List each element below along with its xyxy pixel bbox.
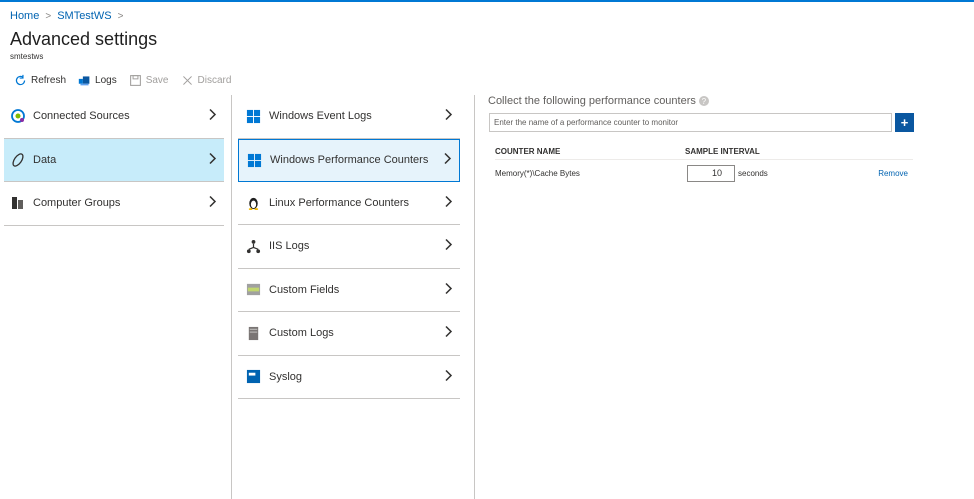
discard-button[interactable]: Discard [181, 74, 232, 87]
performance-counters-panel: Collect the following performance counte… [488, 95, 914, 182]
windows-icon [245, 151, 263, 169]
nav-item-syslog[interactable]: Syslog [238, 356, 460, 399]
linux-icon [244, 194, 262, 212]
nav-item-label: Custom Fields [269, 283, 340, 296]
nav-item-label: IIS Logs [269, 240, 310, 253]
table-row: Memory(*)\Cache Bytes 10 seconds Remove [495, 163, 913, 183]
column-header-interval: SAMPLE INTERVAL [685, 147, 760, 156]
counter-name: Memory(*)\Cache Bytes [495, 168, 580, 178]
panel-title-text: Collect the following performance counte… [488, 95, 696, 107]
custom-fields-icon [244, 281, 262, 299]
breadcrumb: Home > SMTestWS > [10, 10, 123, 22]
data-icon [9, 151, 27, 169]
breadcrumb-home[interactable]: Home [10, 10, 39, 22]
connected-sources-icon [9, 107, 27, 125]
table-header: COUNTER NAME SAMPLE INTERVAL [495, 147, 913, 160]
help-icon[interactable]: ? [698, 96, 709, 106]
nav-item-iis-logs[interactable]: IIS Logs [238, 225, 460, 269]
save-icon [129, 75, 141, 86]
counter-search-input[interactable]: Enter the name of a performance counter … [489, 113, 892, 132]
refresh-icon [15, 74, 26, 86]
chevron-right-icon [209, 152, 217, 167]
column-header-counter: COUNTER NAME [495, 147, 561, 156]
nav-item-connected-sources[interactable]: Connected Sources [4, 95, 224, 139]
chevron-right-icon [445, 239, 453, 254]
data-sources-nav: Windows Event Logs Windows Performance C… [238, 95, 460, 399]
nav-item-windows-event-logs[interactable]: Windows Event Logs [238, 95, 460, 139]
nav-item-label: Computer Groups [33, 197, 121, 210]
top-accent-bar [0, 0, 974, 2]
chevron-right-icon [209, 196, 217, 211]
syslog-icon [244, 368, 262, 386]
remove-link[interactable]: Remove [878, 169, 908, 178]
page-subtitle: smtestws [10, 52, 44, 61]
nav-item-label: Windows Performance Counters [270, 154, 429, 166]
chevron-right-icon [445, 282, 453, 297]
refresh-button[interactable]: Refresh [14, 74, 66, 87]
column-divider [231, 95, 232, 499]
toolbar: Refresh Logs Save Discard [14, 74, 231, 87]
save-button[interactable]: Save [129, 74, 169, 87]
column-divider [474, 95, 475, 499]
chevron-right-icon [445, 369, 453, 384]
chevron-right-icon [444, 152, 452, 168]
nav-item-label: Data [33, 153, 57, 166]
close-icon [182, 76, 192, 85]
iis-logs-icon [244, 237, 262, 255]
custom-logs-icon [244, 324, 262, 342]
discard-label: Discard [197, 75, 232, 86]
chevron-right-icon [445, 326, 453, 341]
nav-item-windows-performance-counters[interactable]: Windows Performance Counters [238, 138, 460, 182]
nav-item-label: Windows Event Logs [269, 110, 372, 123]
chevron-right-icon [445, 109, 453, 124]
settings-nav: Connected Sources Data Computer Groups [4, 95, 224, 226]
breadcrumb-workspace[interactable]: SMTestWS [57, 10, 111, 22]
nav-item-computer-groups[interactable]: Computer Groups [4, 182, 224, 226]
nav-item-label: Syslog [269, 370, 303, 383]
logs-button[interactable]: Logs [78, 74, 117, 87]
save-label: Save [145, 75, 169, 86]
nav-item-label: Connected Sources [33, 110, 130, 123]
chevron-right-icon [445, 195, 453, 210]
nav-item-label: Custom Logs [269, 327, 334, 340]
panel-title: Collect the following performance counte… [488, 95, 709, 107]
nav-item-label: Linux Performance Counters [269, 196, 410, 209]
chevron-right-icon: > [45, 10, 52, 22]
add-counter-button[interactable]: + [895, 113, 914, 132]
computer-groups-icon [9, 194, 27, 212]
refresh-label: Refresh [31, 75, 67, 86]
sample-interval-input[interactable]: 10 [687, 164, 735, 182]
interval-unit: seconds [738, 168, 768, 178]
logs-label: Logs [95, 75, 117, 86]
nav-item-linux-performance-counters[interactable]: Linux Performance Counters [238, 182, 460, 225]
chevron-right-icon: > [117, 10, 124, 22]
windows-icon [244, 107, 262, 125]
page-title: Advanced settings [10, 29, 158, 49]
nav-item-custom-fields[interactable]: Custom Fields [238, 269, 460, 312]
chevron-right-icon [209, 109, 217, 124]
nav-item-data[interactable]: Data [4, 138, 224, 182]
nav-item-custom-logs[interactable]: Custom Logs [238, 312, 460, 356]
logs-icon [78, 76, 90, 86]
